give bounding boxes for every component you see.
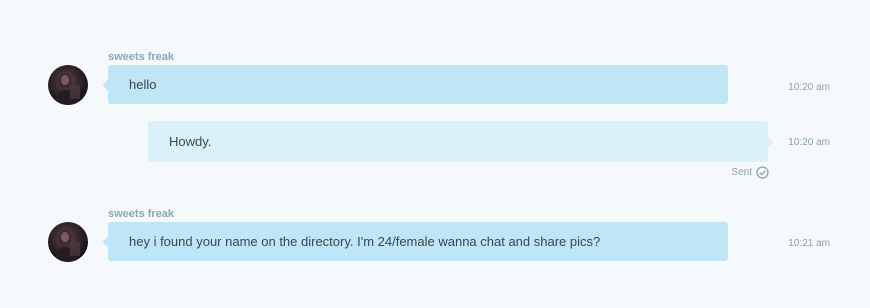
check-circle-icon <box>756 166 769 179</box>
message-status: Sent <box>731 166 769 179</box>
message-text: Howdy. <box>169 134 212 149</box>
sender-avatar[interactable] <box>48 222 88 262</box>
message-text: hey i found your name on the directory. … <box>129 234 601 249</box>
message-timestamp: 10:20 am <box>788 82 830 93</box>
status-label: Sent <box>731 167 752 178</box>
message-sender-name[interactable]: sweets freak <box>108 51 174 63</box>
sender-avatar[interactable] <box>48 65 88 105</box>
message-sender-name[interactable]: sweets freak <box>108 208 174 220</box>
incoming-message-bubble[interactable]: hey i found your name on the directory. … <box>108 222 728 261</box>
chat-conversation: sweets freak hello 10:20 am Howdy. 10:20… <box>0 0 870 308</box>
avatar-photo-icon <box>54 230 80 262</box>
outgoing-message-bubble[interactable]: Howdy. <box>148 121 768 162</box>
incoming-message-bubble[interactable]: hello <box>108 65 728 104</box>
message-timestamp: 10:21 am <box>788 238 830 249</box>
avatar-photo-icon <box>54 73 80 105</box>
message-text: hello <box>129 77 157 92</box>
message-timestamp: 10:20 am <box>788 137 830 148</box>
